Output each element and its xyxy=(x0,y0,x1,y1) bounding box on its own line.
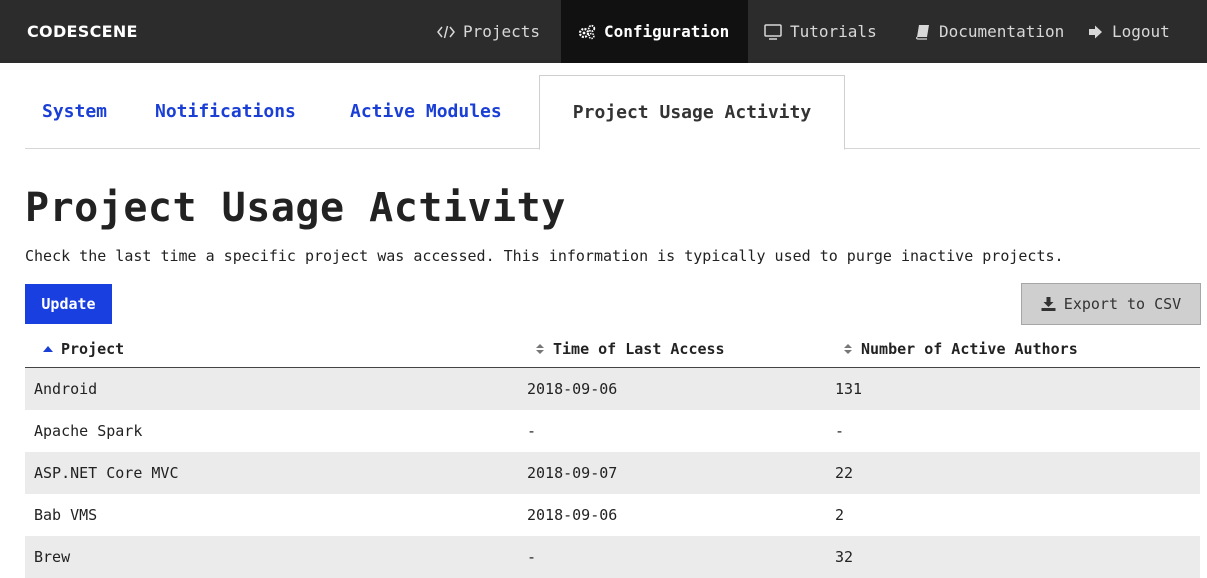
table-header: Project Time of Last Access Number of Ac… xyxy=(25,330,1200,368)
page-title: Project Usage Activity xyxy=(25,185,566,231)
table-body: Android 2018-09-06 131 Apache Spark - - … xyxy=(25,368,1200,578)
export-csv-label: Export to CSV xyxy=(1063,295,1182,313)
column-header-project[interactable]: Project xyxy=(43,330,124,367)
cell-active-authors: 2 xyxy=(835,506,845,524)
column-header-time-of-last-access[interactable]: Time of Last Access xyxy=(535,330,725,367)
usage-table: Project Time of Last Access Number of Ac… xyxy=(25,330,1200,578)
tab-notifications[interactable]: Notifications xyxy=(155,75,296,148)
config-tabs: System Notifications Active Modules Proj… xyxy=(25,75,1200,150)
tab-system[interactable]: System xyxy=(42,75,107,148)
nav-logout[interactable]: Logout xyxy=(1088,0,1198,63)
page-description: Check the last time a specific project w… xyxy=(25,247,1064,265)
table-row[interactable]: ASP.NET Core MVC 2018-09-07 22 xyxy=(25,452,1200,494)
cell-last-access: 2018-09-06 xyxy=(527,506,618,524)
cell-last-access: - xyxy=(527,422,537,440)
table-row[interactable]: Android 2018-09-06 131 xyxy=(25,368,1200,410)
sort-icon xyxy=(843,343,853,355)
update-button[interactable]: Update xyxy=(25,284,112,324)
cell-active-authors: 32 xyxy=(835,548,854,566)
cell-last-access: 2018-09-07 xyxy=(527,464,618,482)
sign-out-icon xyxy=(1088,24,1104,40)
column-header-label: Time of Last Access xyxy=(553,339,725,358)
download-icon xyxy=(1041,297,1056,311)
nav-projects-label: Projects xyxy=(463,22,541,41)
table-row[interactable]: Apache Spark - - xyxy=(25,410,1200,452)
nav-configuration-label: Configuration xyxy=(604,22,730,41)
nav-documentation-label: Documentation xyxy=(939,22,1065,41)
cell-last-access: 2018-09-06 xyxy=(527,380,618,398)
book-icon xyxy=(915,24,931,40)
top-navbar: CODESCENE Projects Configuration Tutoria… xyxy=(0,0,1207,63)
brand-logo[interactable]: CODESCENE xyxy=(27,22,138,41)
nav-projects[interactable]: Projects xyxy=(437,0,559,63)
table-row[interactable]: Brew - 32 xyxy=(25,536,1200,578)
sort-icon xyxy=(535,343,545,355)
nav-logout-label: Logout xyxy=(1112,22,1170,41)
tab-active-modules[interactable]: Active Modules xyxy=(350,75,502,148)
column-header-active-authors[interactable]: Number of Active Authors xyxy=(843,330,1078,367)
export-csv-button[interactable]: Export to CSV xyxy=(1021,283,1201,325)
cogs-icon xyxy=(578,24,596,40)
cell-last-access: - xyxy=(527,548,537,566)
nav-documentation[interactable]: Documentation xyxy=(915,0,1075,63)
cell-project: Android xyxy=(34,380,98,398)
cell-active-authors: 131 xyxy=(835,380,863,398)
nav-configuration[interactable]: Configuration xyxy=(561,0,748,63)
cell-project: Apache Spark xyxy=(34,422,143,440)
cell-project: ASP.NET Core MVC xyxy=(34,464,179,482)
sort-asc-icon xyxy=(43,345,53,353)
cell-active-authors: - xyxy=(835,422,845,440)
table-row[interactable]: Bab VMS 2018-09-06 2 xyxy=(25,494,1200,536)
monitor-icon xyxy=(764,23,782,40)
cell-project: Brew xyxy=(34,548,71,566)
column-header-label: Number of Active Authors xyxy=(861,339,1078,358)
column-header-label: Project xyxy=(61,339,125,358)
cell-active-authors: 22 xyxy=(835,464,854,482)
nav-tutorials[interactable]: Tutorials xyxy=(764,0,904,63)
cell-project: Bab VMS xyxy=(34,506,98,524)
tab-project-usage-activity[interactable]: Project Usage Activity xyxy=(539,75,845,150)
nav-tutorials-label: Tutorials xyxy=(790,22,877,41)
code-icon xyxy=(437,25,455,39)
